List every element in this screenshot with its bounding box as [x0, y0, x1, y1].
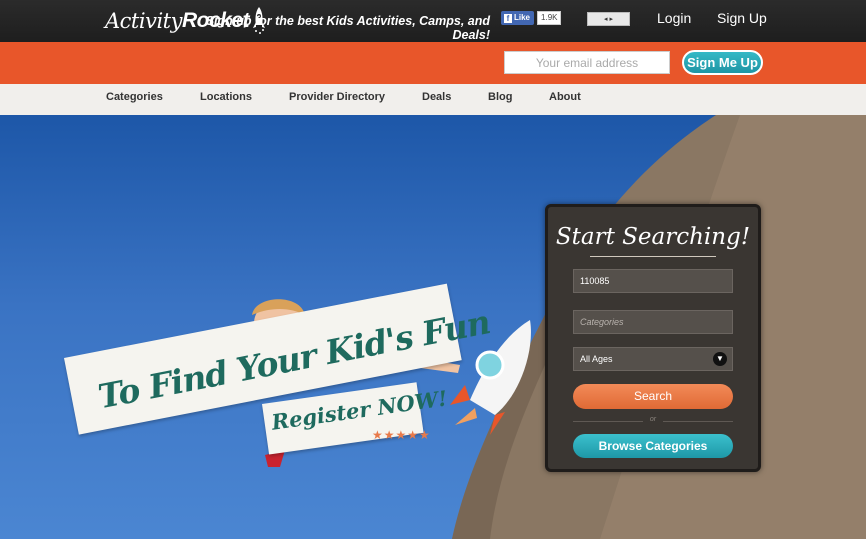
signup-link[interactable]: Sign Up: [717, 10, 767, 26]
like-label: Like: [514, 13, 531, 22]
nav-locations[interactable]: Locations: [200, 91, 252, 103]
facebook-like[interactable]: f Like 1.9K: [501, 11, 562, 25]
search-panel-title: Start Searching!: [555, 224, 751, 250]
login-link[interactable]: Login: [657, 10, 691, 26]
nav-about[interactable]: About: [549, 91, 581, 103]
nav-provider-directory[interactable]: Provider Directory: [289, 91, 385, 103]
like-count: 1.9K: [537, 11, 562, 25]
nav-deals[interactable]: Deals: [422, 91, 451, 103]
nav-blog[interactable]: Blog: [488, 91, 512, 103]
title-underline: [590, 256, 716, 257]
stars-icon: ★★★★★: [372, 428, 431, 442]
logo-text-activity: Activity: [105, 9, 182, 33]
newsletter-promo-text: Sign up for the best Kids Activities, Ca…: [205, 14, 490, 42]
facebook-like-button[interactable]: f Like: [501, 11, 535, 25]
sign-me-up-button[interactable]: Sign Me Up: [682, 50, 763, 75]
facebook-icon: f: [504, 13, 512, 23]
or-text: or: [643, 416, 663, 423]
nav-categories[interactable]: Categories: [106, 91, 163, 103]
search-button[interactable]: Search: [573, 384, 733, 409]
zip-input[interactable]: 110085: [573, 269, 733, 293]
categories-input[interactable]: Categories: [573, 310, 733, 334]
chevron-down-icon[interactable]: ▼: [713, 352, 727, 366]
share-widget[interactable]: ◂ ▸: [587, 12, 630, 26]
browse-categories-button[interactable]: Browse Categories: [573, 434, 733, 458]
ages-select[interactable]: All Ages: [573, 347, 733, 371]
email-input[interactable]: Your email address: [504, 51, 670, 74]
